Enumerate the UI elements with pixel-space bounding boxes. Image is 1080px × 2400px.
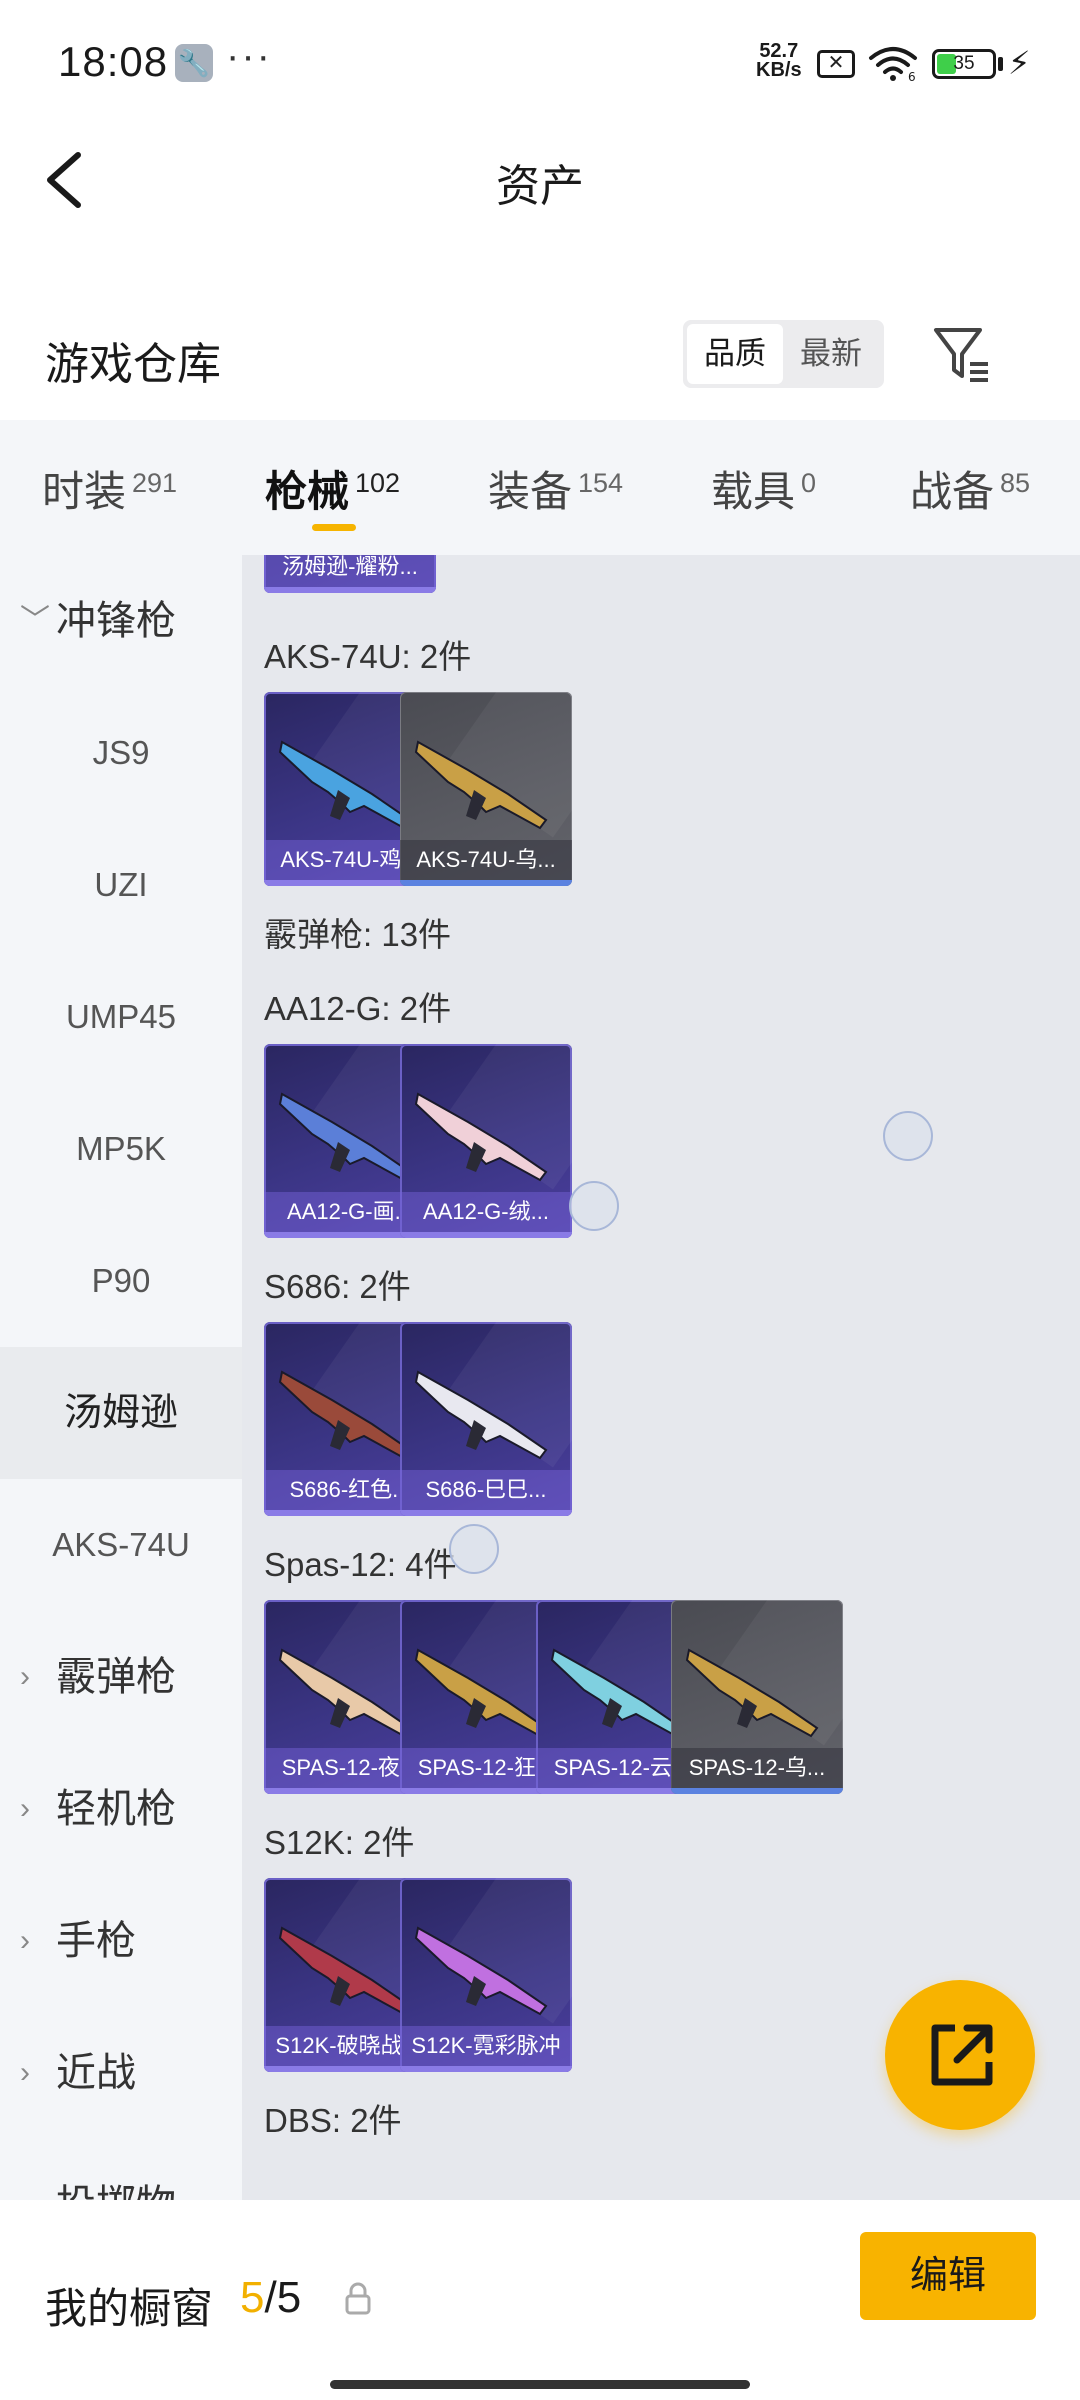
weapon-card-name: AA12-G-绒... bbox=[400, 1192, 572, 1232]
chevron-right-icon: › bbox=[20, 1792, 30, 1825]
rarity-stripe bbox=[400, 1510, 572, 1516]
share-button[interactable] bbox=[885, 1980, 1035, 2130]
sort-quality-button[interactable]: 品质 bbox=[687, 324, 783, 384]
rarity-stripe bbox=[264, 587, 436, 593]
weapon-card-name: SPAS-12-乌... bbox=[671, 1748, 843, 1788]
weapon-card-name: S12K-霓彩脉冲 bbox=[400, 2026, 572, 2066]
home-indicator[interactable] bbox=[330, 2380, 750, 2389]
edit-button[interactable]: 编辑 bbox=[860, 2232, 1036, 2320]
touch-indicator bbox=[883, 1111, 933, 1161]
group-label: DBS: 2件 bbox=[264, 2102, 402, 2139]
group-label: Spas-12: 4件 bbox=[264, 1546, 457, 1583]
sidebar-item-thompson[interactable]: 汤姆逊 bbox=[0, 1347, 242, 1479]
page-title: 资产 bbox=[496, 162, 584, 211]
sidebar-item-aks74u[interactable]: AKS-74U bbox=[0, 1479, 242, 1611]
sidebar-item-pistol[interactable]: › 手枪 bbox=[0, 1875, 242, 2007]
showcase-label: 我的橱窗 bbox=[45, 2285, 214, 2332]
battery-icon: 35 bbox=[932, 49, 996, 79]
sidebar-item-js9[interactable]: JS9 bbox=[0, 687, 242, 819]
chevron-down-icon: ﹀ bbox=[20, 604, 50, 637]
tab-fashion[interactable]: 时装 291 bbox=[42, 458, 177, 519]
showcase-count: 5/5 bbox=[240, 2273, 302, 2322]
chevron-right-icon: › bbox=[20, 2139, 30, 2200]
more-notifications-icon: ··· bbox=[226, 34, 272, 78]
weapon-image bbox=[414, 1092, 548, 1182]
status-bar: 18:08 🔧 ··· 52.7 KB/s ✕ 6 35 ⚡ bbox=[0, 0, 1080, 120]
weapon-image bbox=[414, 1926, 548, 2016]
rarity-stripe bbox=[400, 1232, 572, 1238]
weapon-card[interactable]: SPAS-12-乌... bbox=[671, 1600, 843, 1794]
weapon-category-sidebar: ﹀ 冲锋枪 JS9 UZI UMP45 MP5K P90 汤姆逊 AKS-74U … bbox=[0, 555, 242, 2200]
weapon-image bbox=[685, 1648, 819, 1738]
battery-tip bbox=[998, 57, 1003, 71]
no-sim-icon: ✕ bbox=[817, 50, 855, 78]
sidebar-item-mp5k[interactable]: MP5K bbox=[0, 1083, 242, 1215]
sort-newest-button[interactable]: 最新 bbox=[783, 324, 879, 384]
lock-icon bbox=[345, 2282, 371, 2315]
tab-equipment[interactable]: 装备 154 bbox=[488, 458, 623, 519]
sort-toggle: 品质 最新 bbox=[683, 320, 884, 388]
filter-icon[interactable] bbox=[930, 322, 994, 386]
wifi-icon: 6 bbox=[869, 47, 917, 82]
share-icon bbox=[931, 2024, 993, 2086]
touch-indicator bbox=[569, 1181, 619, 1231]
weapon-image bbox=[414, 740, 548, 830]
svg-text:6: 6 bbox=[908, 70, 916, 82]
sidebar-item-smg[interactable]: ﹀ 冲锋枪 bbox=[0, 555, 242, 687]
rarity-stripe bbox=[400, 880, 572, 886]
sidebar-item-melee[interactable]: › 近战 bbox=[0, 2007, 242, 2139]
battery-level: 35 bbox=[953, 53, 975, 74]
tab-supplies[interactable]: 战备 85 bbox=[910, 458, 1030, 519]
sidebar-item-shotgun[interactable]: › 霰弹枪 bbox=[0, 1611, 242, 1743]
weapon-card[interactable]: AA12-G-绒... bbox=[400, 1044, 572, 1238]
weapon-card[interactable]: AKS-74U-乌... bbox=[400, 692, 572, 886]
weapon-card[interactable]: 汤姆逊-耀粉... bbox=[264, 555, 436, 593]
sidebar-item-throwable[interactable]: ›投掷物 bbox=[0, 2139, 242, 2200]
rarity-stripe bbox=[400, 2066, 572, 2072]
active-tab-indicator bbox=[312, 524, 356, 531]
chevron-right-icon: › bbox=[20, 2056, 30, 2089]
chevron-right-icon: › bbox=[20, 1660, 30, 1693]
weapon-card-name: S686-巳巳... bbox=[400, 1470, 572, 1510]
group-label: AA12-G: 2件 bbox=[264, 990, 452, 1027]
weapon-card[interactable]: S12K-霓彩脉冲 bbox=[400, 1878, 572, 2072]
tab-vehicles[interactable]: 载具 0 bbox=[711, 458, 816, 519]
sidebar-item-p90[interactable]: P90 bbox=[0, 1215, 242, 1347]
touch-indicator bbox=[449, 1524, 499, 1574]
charging-icon: ⚡ bbox=[1008, 45, 1031, 81]
sidebar-item-lmg[interactable]: › 轻机枪 bbox=[0, 1743, 242, 1875]
category-tabs: 时装 291 枪械 102 装备 154 载具 0 战备 85 bbox=[0, 420, 1080, 555]
weapon-grid: 汤姆逊-耀粉... AKS-74U: 2件 AKS-74U-鸡... AKS-74U… bbox=[242, 555, 1080, 2200]
sidebar-item-uzi[interactable]: UZI bbox=[0, 819, 242, 951]
network-speed: 52.7 KB/s bbox=[756, 40, 802, 81]
rarity-stripe bbox=[671, 1788, 843, 1794]
weapon-image bbox=[414, 1370, 548, 1460]
weapon-card-name: AKS-74U-乌... bbox=[400, 840, 572, 880]
group-label: AKS-74U: 2件 bbox=[264, 638, 472, 675]
tab-firearms[interactable]: 枪械 102 bbox=[265, 458, 400, 519]
chevron-right-icon: › bbox=[20, 1924, 30, 1957]
wrench-icon: 🔧 bbox=[175, 44, 213, 82]
group-label: S12K: 2件 bbox=[264, 1824, 415, 1861]
warehouse-title: 游戏仓库 bbox=[45, 340, 221, 389]
status-time: 18:08 bbox=[58, 38, 169, 85]
sidebar-item-ump45[interactable]: UMP45 bbox=[0, 951, 242, 1083]
group-label: S686: 2件 bbox=[264, 1268, 411, 1305]
group-label: 霰弹枪: 13件 bbox=[264, 916, 452, 953]
showcase-bar: 我的橱窗 5/5 编辑 bbox=[0, 2200, 1080, 2400]
weapon-card[interactable]: S686-巳巳... bbox=[400, 1322, 572, 1516]
weapon-card-name: 汤姆逊-耀粉... bbox=[264, 555, 436, 587]
